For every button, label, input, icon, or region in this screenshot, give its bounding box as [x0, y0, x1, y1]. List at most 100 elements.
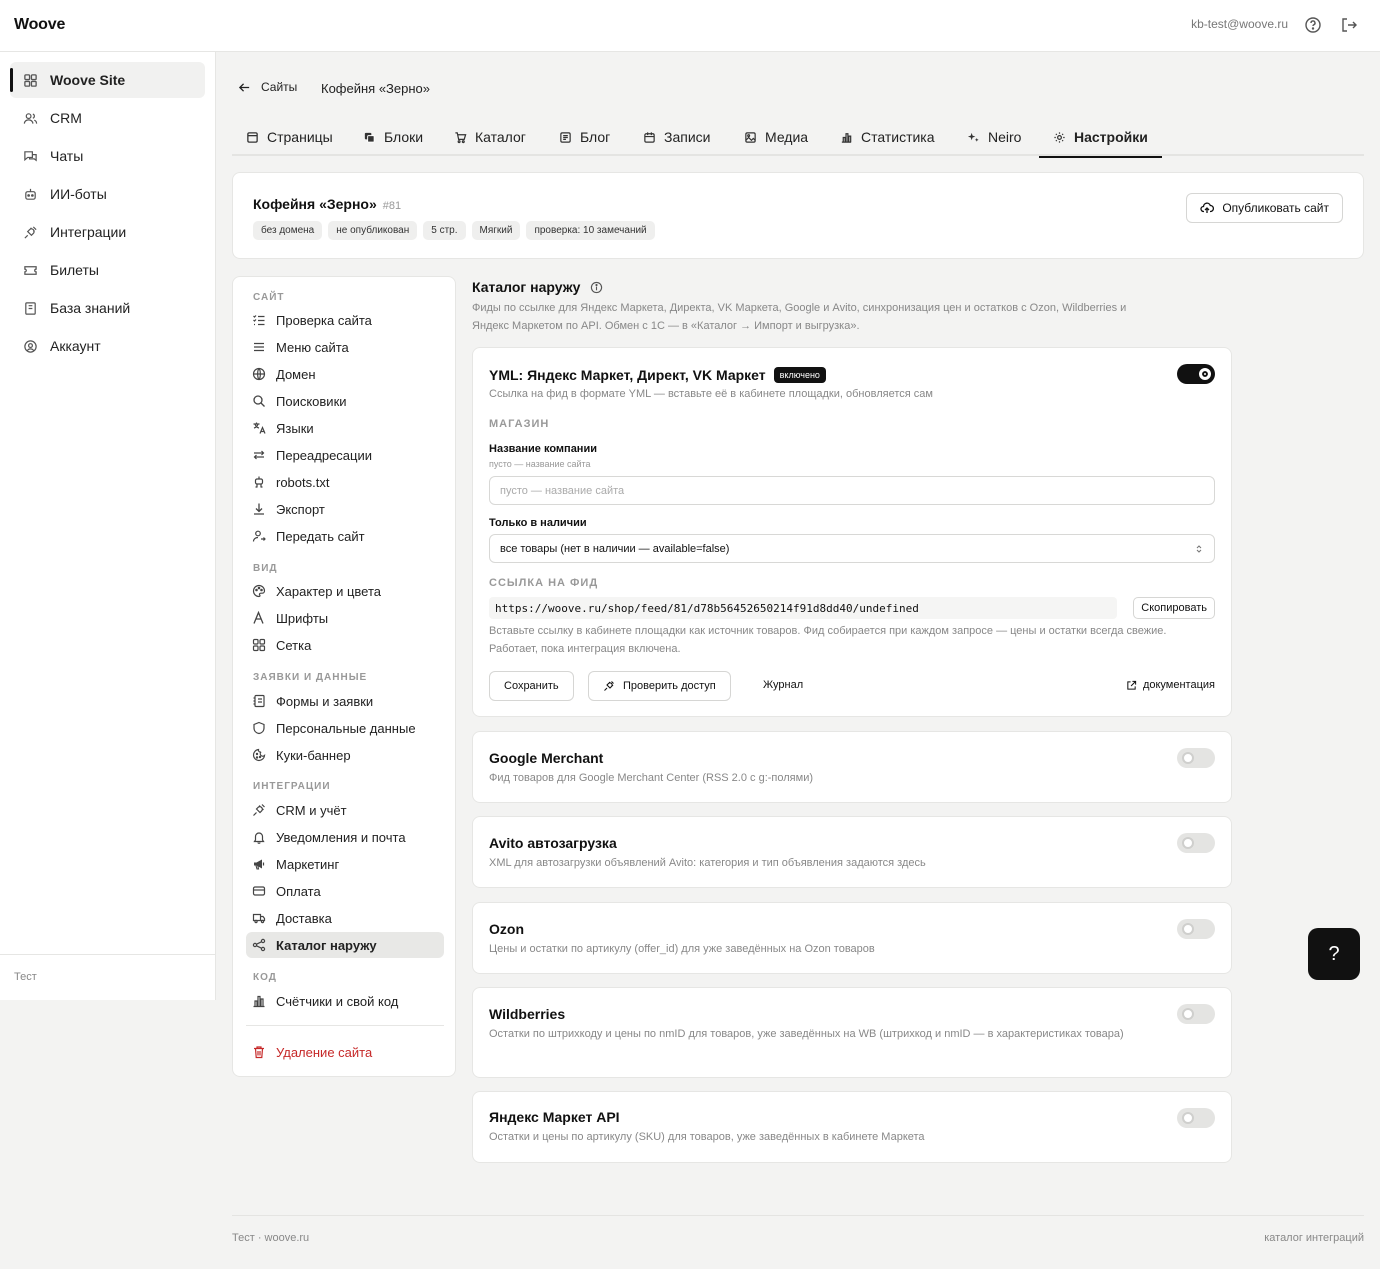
- menu-item-notifications-mail[interactable]: Уведомления и почта: [246, 824, 444, 850]
- font-icon: [253, 611, 264, 624]
- save-button-label: Сохранить: [504, 680, 559, 692]
- menu-item-cookie-banner[interactable]: Куки-баннер: [246, 742, 444, 768]
- menu-item-label: Маркетинг: [276, 856, 340, 872]
- status-badge[interactable]: проверка: 10 замечаний: [526, 221, 655, 240]
- tab-settings[interactable]: Настройки: [1039, 118, 1162, 158]
- globe-icon: [252, 367, 266, 381]
- menu-item-label: Сетка: [276, 637, 312, 653]
- shop-subheading: МАГАЗИН: [489, 418, 550, 430]
- sidebar-item-knowledge-base[interactable]: База знаний: [10, 290, 205, 326]
- documentation-link[interactable]: документация: [1126, 679, 1215, 691]
- menu-item-label: Передать сайт: [276, 528, 365, 544]
- menu-item-catalog-outside[interactable]: Каталог наружу: [246, 932, 444, 958]
- sparkle-icon: [967, 132, 979, 142]
- enabled-badge: включено: [773, 367, 826, 383]
- tab-bar: Страницы Блоки Каталог Блог Записи Медиа…: [232, 118, 1364, 158]
- menu-item-forms[interactable]: Формы и заявки: [246, 688, 444, 714]
- ozon-card: Ozon Цены и остатки по артикулу (offer_i…: [472, 902, 1232, 974]
- menu-item-character-colors[interactable]: Характер и цвета: [246, 578, 444, 604]
- help-circle-icon[interactable]: [1303, 15, 1323, 35]
- menu-item-label: Формы и заявки: [276, 693, 374, 709]
- menu-item-transfer-site[interactable]: Передать сайт: [246, 523, 444, 549]
- menu-item-personal-data[interactable]: Персональные данные: [246, 715, 444, 741]
- menu-item-languages[interactable]: Языки: [246, 415, 444, 441]
- tab-blocks[interactable]: Блоки: [349, 118, 437, 156]
- sidebar-item-chats[interactable]: Чаты: [10, 138, 205, 174]
- sidebar-item-account[interactable]: Аккаунт: [10, 328, 205, 364]
- status-badge: Мягкий: [471, 221, 521, 240]
- sidebar-item-label: CRM: [50, 110, 82, 126]
- feed-url[interactable]: https://woove.ru/shop/feed/81/d78b564526…: [489, 597, 1117, 619]
- tab-media[interactable]: Медиа: [730, 118, 822, 156]
- tab-pages[interactable]: Страницы: [232, 118, 347, 156]
- menu-item-crm-accounting[interactable]: CRM и учёт: [246, 797, 444, 823]
- menu-item-label: Домен: [276, 366, 316, 382]
- truck-icon: [252, 913, 266, 924]
- menu-item-counters-code[interactable]: Счётчики и свой код: [246, 988, 444, 1014]
- menu-item-delete-site[interactable]: Удаление сайта: [246, 1039, 444, 1065]
- card-icon: [252, 886, 266, 896]
- avito-toggle[interactable]: [1177, 833, 1215, 853]
- section-title: Каталог наружу: [472, 279, 603, 295]
- app-logo[interactable]: Woove: [14, 16, 65, 34]
- info-icon[interactable]: [590, 281, 603, 294]
- sidebar-item-crm[interactable]: CRM: [10, 100, 205, 136]
- menu-item-grid[interactable]: Сетка: [246, 632, 444, 658]
- integrations-catalog-link[interactable]: каталог интеграций: [1264, 1232, 1364, 1244]
- menu-section-integrations: ИНТЕГРАЦИИ: [253, 781, 331, 792]
- tab-records[interactable]: Записи: [629, 118, 724, 156]
- sidebar-item-woove-site[interactable]: Woove Site: [10, 62, 205, 98]
- site-name: Кофейня «Зерно» #81: [253, 196, 401, 212]
- menu-item-fonts[interactable]: Шрифты: [246, 605, 444, 631]
- menu-item-site-check[interactable]: Проверка сайта: [246, 307, 444, 333]
- user-email[interactable]: kb-test@woove.ru: [1191, 17, 1288, 31]
- share-icon: [252, 938, 266, 952]
- yml-integration-card: YML: Яндекс Маркет, Директ, VK Маркет вк…: [472, 347, 1232, 717]
- card-description: Остатки и цены по артикулу (SKU) для тов…: [489, 1131, 925, 1143]
- tab-statistics[interactable]: Статистика: [826, 118, 949, 156]
- shield-icon: [253, 721, 265, 735]
- tab-label: Медиа: [765, 129, 809, 145]
- menu-item-payment[interactable]: Оплата: [246, 878, 444, 904]
- menu-item-domain[interactable]: Домен: [246, 361, 444, 387]
- sidebar-item-integrations[interactable]: Интеграции: [10, 214, 205, 250]
- breadcrumb-current: Кофейня «Зерно»: [321, 81, 431, 96]
- tab-catalog[interactable]: Каталог: [440, 118, 540, 156]
- sidebar-item-tickets[interactable]: Билеты: [10, 252, 205, 288]
- in-stock-select[interactable]: все товары (нет в наличии — available=fa…: [489, 534, 1215, 563]
- sidebar-item-label: Аккаунт: [50, 338, 101, 354]
- company-name-input[interactable]: [489, 476, 1215, 505]
- menu-item-label: Каталог наружу: [276, 937, 377, 953]
- cloud-upload-icon: [1200, 202, 1215, 213]
- help-button[interactable]: ?: [1308, 928, 1360, 980]
- menu-item-export[interactable]: Экспорт: [246, 496, 444, 522]
- tab-blog[interactable]: Блог: [545, 118, 624, 156]
- logout-icon[interactable]: [1339, 15, 1359, 35]
- menu-item-search-engines[interactable]: Поисковики: [246, 388, 444, 414]
- yandex-market-api-toggle[interactable]: [1177, 1108, 1215, 1128]
- form-icon: [253, 694, 265, 708]
- stats-icon: [253, 995, 265, 1008]
- google-merchant-toggle[interactable]: [1177, 748, 1215, 768]
- wildberries-toggle[interactable]: [1177, 1004, 1215, 1024]
- menu-item-marketing[interactable]: Маркетинг: [246, 851, 444, 877]
- save-button[interactable]: Сохранить: [489, 671, 574, 701]
- log-link[interactable]: Журнал: [763, 679, 803, 691]
- sidebar-item-label: Билеты: [50, 262, 99, 278]
- copy-button[interactable]: Скопировать: [1133, 597, 1215, 619]
- menu-item-label: Характер и цвета: [276, 583, 381, 599]
- sidebar-item-ai-bots[interactable]: ИИ-боты: [10, 176, 205, 212]
- back-link[interactable]: Сайты: [238, 80, 297, 94]
- check-access-button[interactable]: Проверить доступ: [588, 671, 731, 701]
- publish-site-button[interactable]: Опубликовать сайт: [1186, 193, 1343, 223]
- menu-item-robots-txt[interactable]: robots.txt: [246, 469, 444, 495]
- yml-toggle[interactable]: [1177, 364, 1215, 384]
- menu-item-redirects[interactable]: Переадресации: [246, 442, 444, 468]
- menu-item-delivery[interactable]: Доставка: [246, 905, 444, 931]
- avito-card: Avito автозагрузка XML для автозагрузки …: [472, 816, 1232, 888]
- users-icon: [23, 112, 38, 124]
- tab-neiro[interactable]: Neiro: [953, 118, 1035, 156]
- ozon-toggle[interactable]: [1177, 919, 1215, 939]
- menu-section-code: КОД: [253, 972, 277, 983]
- menu-item-site-menu[interactable]: Меню сайта: [246, 334, 444, 360]
